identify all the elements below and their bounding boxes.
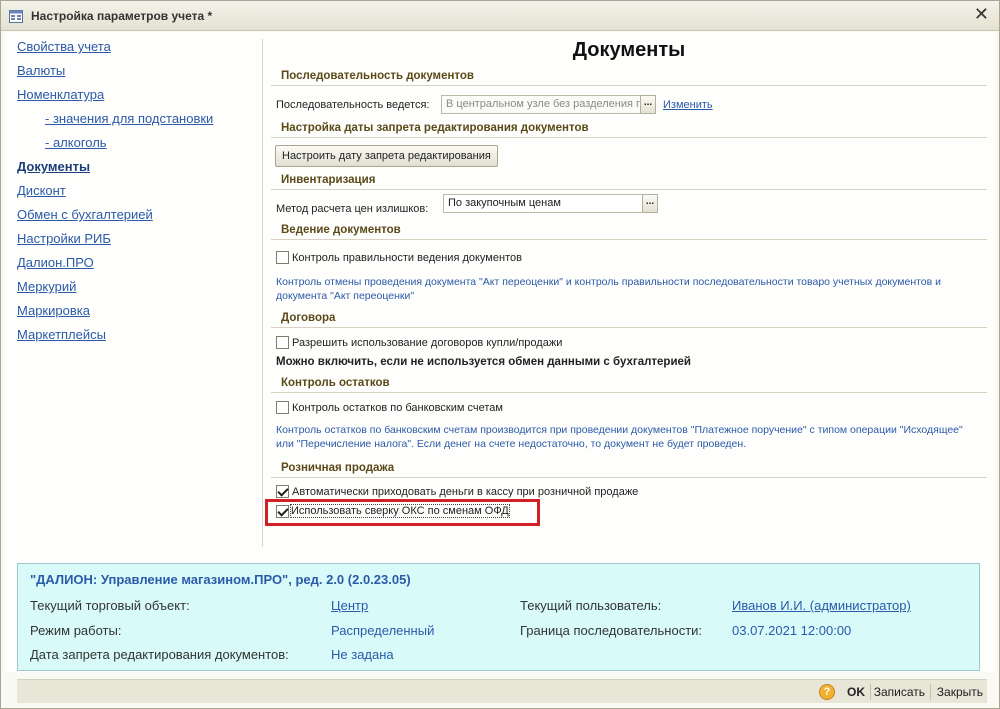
current-user-link[interactable]: Иванов И.И. (администратор) xyxy=(732,598,911,613)
settings-window: Настройка параметров учета * ✕ Свойства … xyxy=(0,0,1000,709)
highlight-box xyxy=(265,499,540,526)
nav-item-currencies[interactable]: Валюты xyxy=(17,63,65,78)
nav-item-accounting-exchange[interactable]: Обмен с бухгалтерией xyxy=(17,207,153,222)
section-title: Контроль остатков xyxy=(281,377,390,389)
page-title: Документы xyxy=(572,39,686,61)
status-separator xyxy=(870,684,871,700)
sequence-field[interactable]: В центральном узле без разделения г xyxy=(441,95,641,114)
current-store-label: Текущий торговый объект: xyxy=(30,598,190,613)
contracts-note: Можно включить, если не используется обм… xyxy=(276,356,691,368)
close-icon[interactable]: ✕ xyxy=(974,6,989,24)
sequence-boundary-label: Граница последовательности: xyxy=(520,623,703,638)
nav-item-nomenclature[interactable]: Номенклатура xyxy=(17,87,104,102)
nav-item-marking[interactable]: Маркировка xyxy=(17,303,90,318)
section-header-sequence: Последовательность документов xyxy=(271,68,987,86)
app-icon xyxy=(9,10,23,23)
save-button[interactable]: Записать xyxy=(874,685,925,699)
nav-item-marketplaces[interactable]: Маркетплейсы xyxy=(17,327,106,342)
sequence-label: Последовательность ведется: xyxy=(276,99,430,111)
nav-item-discount[interactable]: Дисконт xyxy=(17,183,66,198)
current-store-link[interactable]: Центр xyxy=(331,598,368,613)
nav-item-accounting-properties[interactable]: Свойства учета xyxy=(17,39,111,54)
section-header-doc-keeping: Ведение документов xyxy=(271,222,987,240)
auto-cash-receipt-checkbox[interactable] xyxy=(276,485,289,498)
surplus-price-method-select-button[interactable]: ... xyxy=(642,194,658,213)
section-title: Последовательность документов xyxy=(281,70,474,82)
nav-item-documents[interactable]: Документы xyxy=(17,159,90,174)
help-icon[interactable]: ? xyxy=(819,684,835,700)
auto-cash-receipt-label[interactable]: Автоматически приходовать деньги в кассу… xyxy=(292,486,638,498)
info-panel: "ДАЛИОН: Управление магазином.ПРО", ред.… xyxy=(17,563,980,671)
nav-item-rib-settings[interactable]: Настройки РИБ xyxy=(17,231,111,246)
set-edit-lock-date-button[interactable]: Настроить дату запрета редактирования xyxy=(275,145,498,167)
change-sequence-link[interactable]: Изменить xyxy=(663,99,713,111)
window-title: Настройка параметров учета * xyxy=(31,9,213,23)
edit-lock-date-label: Дата запрета редактирования документов: xyxy=(30,647,289,662)
nav-item-substitution-values[interactable]: - значения для подстановки xyxy=(45,111,213,126)
close-button[interactable]: Закрыть xyxy=(937,685,983,699)
bank-balance-label[interactable]: Контроль остатков по банковским счетам xyxy=(292,402,503,414)
section-title: Ведение документов xyxy=(281,224,401,236)
ok-button[interactable]: OK xyxy=(847,685,865,699)
documents-panel: Документы Последовательность документов … xyxy=(271,32,987,552)
doc-correctness-checkbox[interactable] xyxy=(276,251,289,264)
section-header-inventory: Инвентаризация xyxy=(271,172,987,190)
status-separator xyxy=(930,684,931,700)
section-header-retail: Розничная продажа xyxy=(271,460,987,478)
section-header-edit-date: Настройка даты запрета редактирования до… xyxy=(271,120,987,138)
nav-divider xyxy=(262,39,263,547)
section-title: Инвентаризация xyxy=(281,174,376,186)
doc-correctness-label[interactable]: Контроль правильности ведения документов xyxy=(292,252,522,264)
product-version: "ДАЛИОН: Управление магазином.ПРО", ред.… xyxy=(30,572,411,587)
bank-balance-checkbox[interactable] xyxy=(276,401,289,414)
section-header-balance: Контроль остатков xyxy=(271,375,987,393)
surplus-price-method-label: Метод расчета цен излишков: xyxy=(276,203,429,215)
bank-balance-hint: Контроль остатков по банковским счетам п… xyxy=(276,424,963,450)
allow-contracts-checkbox[interactable] xyxy=(276,336,289,349)
sequence-select-button[interactable]: ... xyxy=(640,95,656,114)
section-title: Договора xyxy=(281,312,336,324)
allow-contracts-label[interactable]: Разрешить использование договоров купли/… xyxy=(292,337,562,349)
section-title: Настройка даты запрета редактирования до… xyxy=(281,122,589,134)
sequence-boundary-value: 03.07.2021 12:00:00 xyxy=(732,623,852,638)
work-mode-value: Распределенный xyxy=(331,623,435,638)
section-title: Розничная продажа xyxy=(281,462,395,474)
current-user-label: Текущий пользователь: xyxy=(520,598,662,613)
doc-correctness-hint: Контроль отмены проведения документа "Ак… xyxy=(276,276,942,302)
work-mode-label: Режим работы: xyxy=(30,623,122,638)
title-bar: Настройка параметров учета * ✕ xyxy=(1,1,999,31)
nav-item-dalion-pro[interactable]: Далион.ПРО xyxy=(17,255,94,270)
status-bar: ? OK Записать Закрыть xyxy=(17,679,987,703)
surplus-price-method-field[interactable]: По закупочным ценам xyxy=(443,194,643,213)
nav-item-mercury[interactable]: Меркурий xyxy=(17,279,76,294)
section-header-contracts: Договора xyxy=(271,310,987,328)
nav-item-alcohol[interactable]: - алкоголь xyxy=(45,135,107,150)
edit-lock-date-value: Не задана xyxy=(331,647,394,662)
